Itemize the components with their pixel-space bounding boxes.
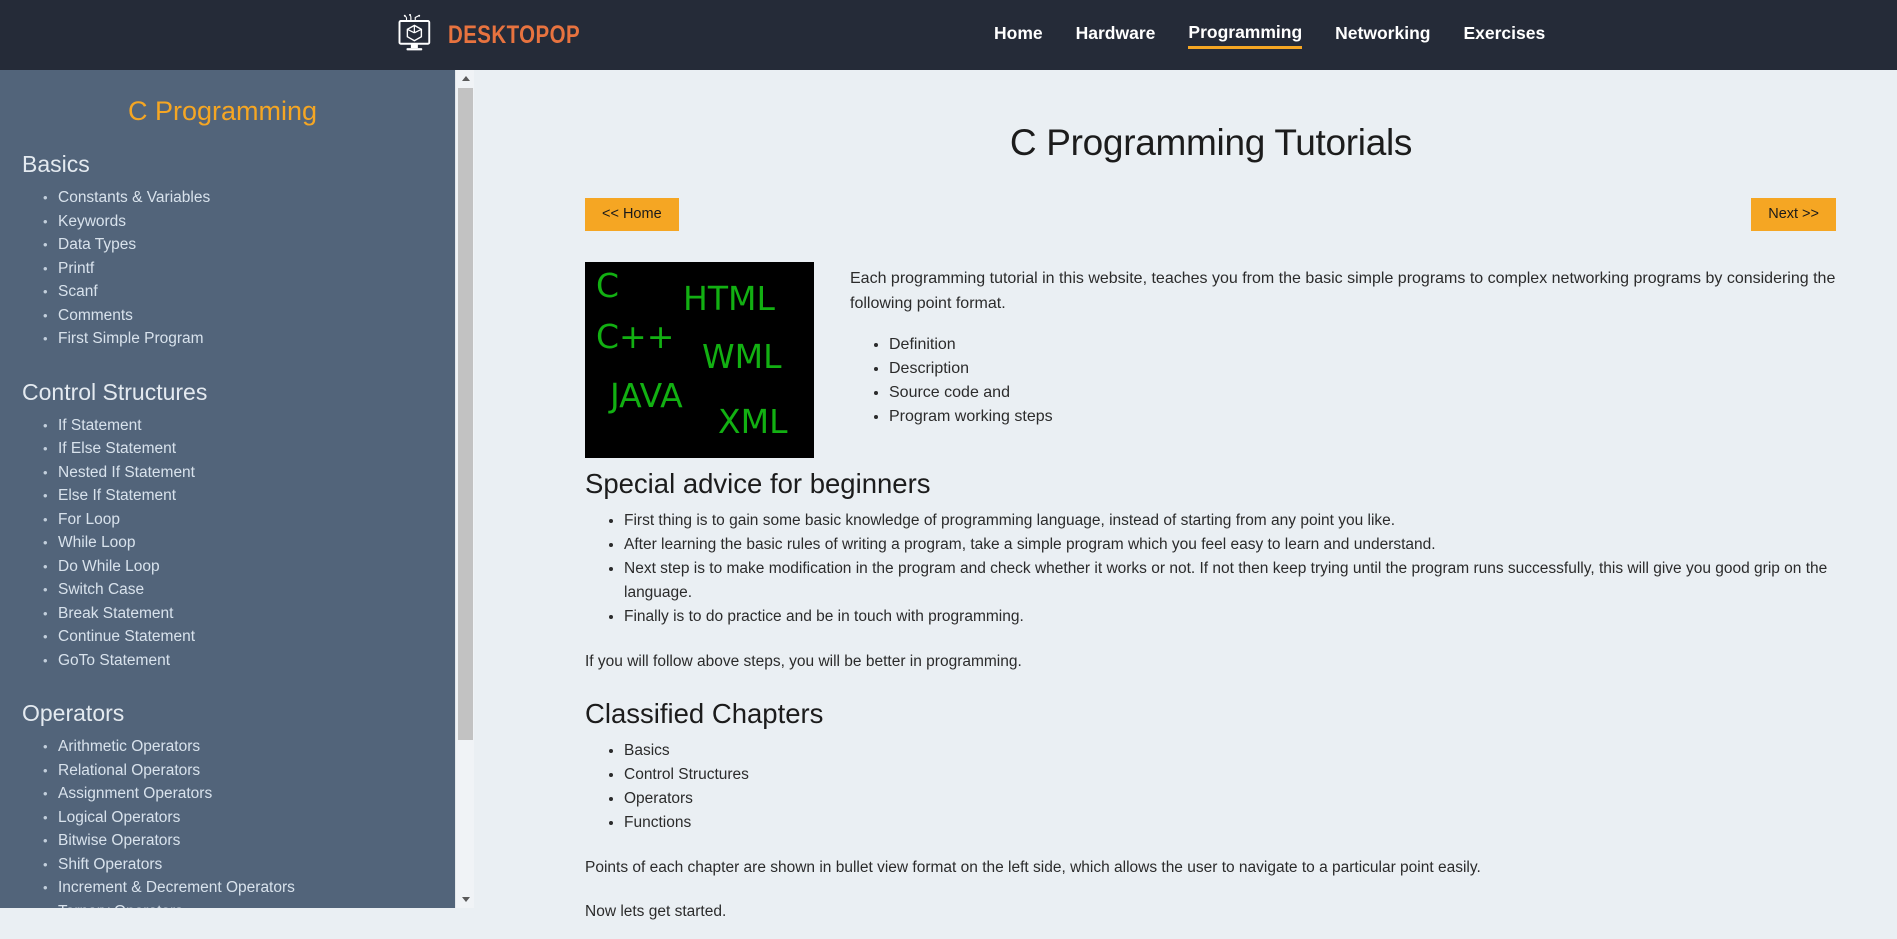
sidebar-item[interactable]: If Else Statement <box>43 437 455 461</box>
sidebar-scrollbar[interactable] <box>455 70 475 908</box>
nav-item-home[interactable]: Home <box>994 23 1043 47</box>
sidebar-list-basics: Constants & Variables Keywords Data Type… <box>0 186 455 351</box>
sidebar-item[interactable]: Constants & Variables <box>43 186 455 210</box>
scrollbar-thumb[interactable] <box>458 88 473 740</box>
intro-text-block: Each programming tutorial in this websit… <box>850 262 1837 458</box>
page-title: C Programming Tutorials <box>1009 122 1413 163</box>
list-item: Control Structures <box>624 763 1837 787</box>
sidebar-list-control-structures: If Statement If Else Statement Nested If… <box>0 414 455 673</box>
list-item: After learning the basic rules of writin… <box>624 533 1837 557</box>
list-item: Source code and <box>889 381 1837 405</box>
advice-heading: Special advice for beginners <box>585 468 931 500</box>
chapters-list: Basics Control Structures Operators Func… <box>585 739 1837 835</box>
sidebar-item[interactable]: First Simple Program <box>43 327 455 351</box>
list-item: Operators <box>624 787 1837 811</box>
chapters-heading: Classified Chapters <box>585 697 824 729</box>
home-button[interactable]: << Home <box>585 198 679 232</box>
nav-item-programming[interactable]: Programming <box>1188 22 1303 49</box>
sidebar-item[interactable]: Shift Operators <box>43 853 455 877</box>
main-navigation: Home Hardware Programming Networking Exe… <box>994 0 1545 70</box>
lang-label-cpp: C++ <box>596 317 675 357</box>
scroll-down-button[interactable] <box>456 891 475 908</box>
lang-label-xml: XML <box>718 402 788 442</box>
sidebar-item[interactable]: Continue Statement <box>43 625 455 649</box>
sidebar-list-operators: Arithmetic Operators Relational Operator… <box>0 735 455 908</box>
sidebar-item[interactable]: Switch Case <box>43 578 455 602</box>
nav-item-hardware[interactable]: Hardware <box>1076 23 1156 47</box>
sidebar: C Programming Basics Constants & Variabl… <box>0 70 455 908</box>
list-item: Functions <box>624 811 1837 835</box>
sidebar-item[interactable]: For Loop <box>43 508 455 532</box>
chevron-up-icon <box>461 76 470 81</box>
sidebar-container: C Programming Basics Constants & Variabl… <box>0 70 475 908</box>
sidebar-item[interactable]: Increment & Decrement Operators <box>43 876 455 900</box>
sidebar-title: C Programming <box>127 96 318 126</box>
list-item: Description <box>889 357 1837 381</box>
scroll-up-button[interactable] <box>456 70 475 87</box>
follow-steps-paragraph: If you will follow above steps, you will… <box>585 653 1022 671</box>
sidebar-item[interactable]: Logical Operators <box>43 806 455 830</box>
page-body: C Programming Basics Constants & Variabl… <box>0 70 1897 939</box>
list-item: Finally is to do practice and be in touc… <box>624 605 1837 629</box>
format-points-list: Definition Description Source code and P… <box>850 333 1837 429</box>
sidebar-item[interactable]: Arithmetic Operators <box>43 735 455 759</box>
sidebar-item[interactable]: Printf <box>43 257 455 281</box>
sidebar-item[interactable]: Scanf <box>43 280 455 304</box>
sidebar-item[interactable]: Relational Operators <box>43 759 455 783</box>
sidebar-item[interactable]: Break Statement <box>43 602 455 626</box>
sidebar-item[interactable]: Keywords <box>43 210 455 234</box>
bullet-view-paragraph: Points of each chapter are shown in bull… <box>585 858 1481 876</box>
sidebar-item[interactable]: While Loop <box>43 531 455 555</box>
sidebar-section-control-structures: Control Structures <box>22 378 208 405</box>
brand-name: DESKTOPOP <box>448 20 581 49</box>
lang-label-c: C <box>596 266 620 306</box>
sidebar-item[interactable]: Bitwise Operators <box>43 829 455 853</box>
next-button[interactable]: Next >> <box>1751 198 1836 232</box>
nav-item-networking[interactable]: Networking <box>1335 23 1430 47</box>
sidebar-item[interactable]: Else If Statement <box>43 484 455 508</box>
main-content: C Programming Tutorials << Home Next >> … <box>474 70 1897 939</box>
lang-label-java: JAVA <box>610 376 683 416</box>
sidebar-section-operators: Operators <box>22 700 125 726</box>
sidebar-item[interactable]: Comments <box>43 304 455 328</box>
desktop-cube-icon <box>396 14 438 56</box>
lang-label-wml: WML <box>702 337 782 377</box>
lang-label-html: HTML <box>683 279 775 319</box>
list-item: Program working steps <box>889 405 1837 429</box>
nav-item-exercises[interactable]: Exercises <box>1463 23 1545 47</box>
get-started-paragraph: Now lets get started. <box>585 902 727 920</box>
brand-logo-block[interactable]: DESKTOPOP <box>396 14 609 56</box>
sidebar-item[interactable]: Ternary Operators <box>43 900 455 909</box>
intro-row: C HTML C++ WML JAVA XML Each programming… <box>585 262 1837 459</box>
chevron-down-icon <box>461 897 470 902</box>
list-item: Next step is to make modification in the… <box>624 557 1837 605</box>
advice-points-list: First thing is to gain some basic knowle… <box>585 509 1837 629</box>
sidebar-section-basics: Basics <box>22 151 90 177</box>
tutorial-nav-buttons: << Home Next >> <box>585 198 1837 232</box>
programming-languages-image: C HTML C++ WML JAVA XML <box>585 262 814 459</box>
sidebar-item[interactable]: Do While Loop <box>43 555 455 579</box>
list-item: First thing is to gain some basic knowle… <box>624 509 1837 533</box>
sidebar-item[interactable]: If Statement <box>43 414 455 438</box>
sidebar-item[interactable]: Nested If Statement <box>43 461 455 485</box>
site-header: DESKTOPOP Home Hardware Programming Netw… <box>0 0 1897 70</box>
intro-paragraph: Each programming tutorial in this websit… <box>850 270 1836 313</box>
sidebar-item[interactable]: Assignment Operators <box>43 782 455 806</box>
sidebar-item[interactable]: Data Types <box>43 233 455 257</box>
list-item: Basics <box>624 739 1837 763</box>
sidebar-item[interactable]: GoTo Statement <box>43 649 455 673</box>
list-item: Definition <box>889 333 1837 357</box>
